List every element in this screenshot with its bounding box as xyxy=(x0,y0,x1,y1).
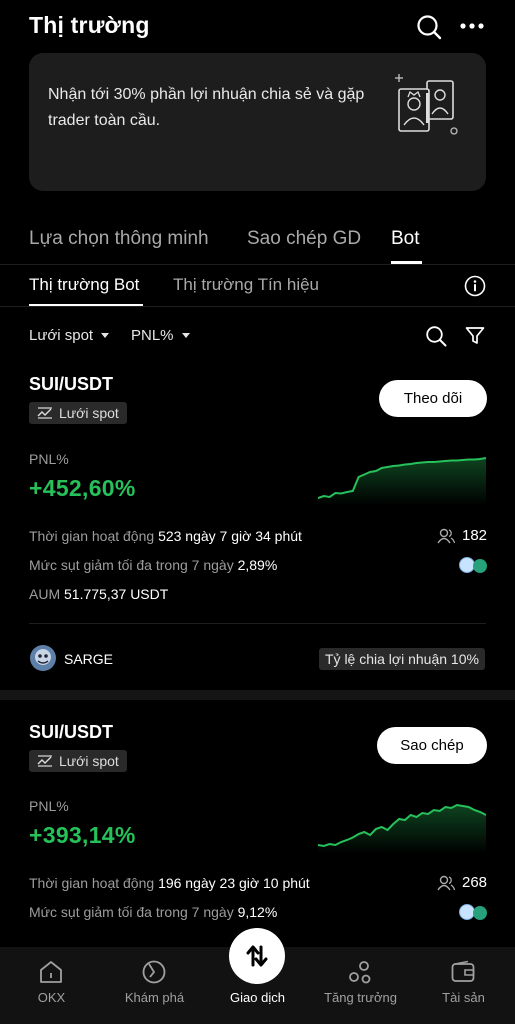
runtime-stat: Thời gian hoạt động 196 ngày 23 giờ 10 p… xyxy=(29,875,310,891)
card-separator xyxy=(0,690,515,700)
trader-cards-icon xyxy=(395,74,458,135)
more-icon[interactable] xyxy=(459,22,485,30)
coin-icons xyxy=(459,904,487,925)
filter-icon[interactable] xyxy=(465,326,485,346)
runtime-label: Thời gian hoạt động xyxy=(29,875,155,891)
creator-name[interactable]: SARGE xyxy=(64,651,113,667)
aum-label: AUM xyxy=(29,586,61,602)
pnl-sparkline xyxy=(318,457,486,506)
profit-share-badge: Tỷ lệ chia lợi nhuận 10% xyxy=(319,648,485,670)
pnl-sparkline xyxy=(318,803,486,854)
aum-stat: AUM 51.775,37 USDT xyxy=(29,586,168,602)
aum-value: 51.775,37 USDT xyxy=(64,586,169,602)
page-title: Thị trường xyxy=(29,12,150,38)
nav-trade-label: Giao dịch xyxy=(230,990,285,1005)
drawdown-value: 9,12% xyxy=(237,904,278,920)
promo-text: Nhận tới 30% phần lợi nhuận chia sẻ và g… xyxy=(48,86,365,129)
growth-icon xyxy=(349,961,371,984)
subtab-signal-market[interactable]: Thị trường Tín hiệu xyxy=(173,275,319,295)
promo-banner[interactable]: Nhận tới 30% phần lợi nhuận chia sẻ và g… xyxy=(29,53,486,191)
followers-count: 268 xyxy=(462,874,488,891)
pnl-label: PNL% xyxy=(29,798,69,814)
follow-button[interactable]: Theo dõi xyxy=(379,380,487,417)
drawdown-stat: Mức sụt giảm tối đa trong 7 ngày 9,12% xyxy=(29,904,277,920)
followers-icon xyxy=(437,875,455,891)
usdt-coin-icon xyxy=(473,906,487,920)
nav-assets[interactable]: Tài sản xyxy=(412,947,515,1024)
strategy-tag: Lưới spot xyxy=(29,750,127,772)
discover-icon xyxy=(142,960,166,984)
home-icon xyxy=(40,961,62,983)
pnl-label: PNL% xyxy=(29,451,69,467)
filter-sort-label: PNL% xyxy=(131,327,174,344)
nav-growth[interactable]: Tăng trưởng xyxy=(309,947,412,1024)
nav-discover[interactable]: Khám phá xyxy=(103,947,206,1024)
coin-icons xyxy=(459,557,487,578)
trade-fab[interactable] xyxy=(229,928,285,984)
grid-chart-icon xyxy=(37,407,52,419)
tabs-divider xyxy=(0,264,515,265)
runtime-stat: Thời gian hoạt động 523 ngày 7 giờ 34 ph… xyxy=(29,528,302,544)
followers-count: 182 xyxy=(462,527,488,544)
tab-smart-pick[interactable]: Lựa chọn thông minh xyxy=(29,228,209,250)
drawdown-stat: Mức sụt giảm tối đa trong 7 ngày 2,89% xyxy=(29,557,277,573)
search-icon[interactable] xyxy=(425,325,447,347)
tab-copy-trading[interactable]: Sao chép GD xyxy=(247,228,361,250)
nav-okx-label: OKX xyxy=(37,990,66,1005)
runtime-value: 196 ngày 23 giờ 10 phút xyxy=(158,875,310,891)
usdt-coin-icon xyxy=(473,559,487,573)
copy-button[interactable]: Sao chép xyxy=(377,727,487,764)
drawdown-label: Mức sụt giảm tối đa trong 7 ngày xyxy=(29,904,234,920)
card-pair[interactable]: SUI/USDT xyxy=(29,374,113,395)
chevron-down-icon xyxy=(181,332,190,338)
strategy-tag-label: Lưới spot xyxy=(59,405,119,421)
subtabs-divider xyxy=(0,306,515,307)
grid-chart-icon xyxy=(37,755,52,767)
card-pair[interactable]: SUI/USDT xyxy=(29,722,113,743)
trade-icon xyxy=(246,945,268,967)
card-divider xyxy=(29,623,486,624)
pnl-value: +452,60% xyxy=(29,475,136,501)
tab-bot[interactable]: Bot xyxy=(391,228,420,250)
sparkline-area xyxy=(318,805,486,854)
wallet-icon xyxy=(451,960,475,982)
runtime-label: Thời gian hoạt động xyxy=(29,528,155,544)
runtime-value: 523 ngày 7 giờ 34 phút xyxy=(158,528,302,544)
nav-discover-label: Khám phá xyxy=(124,990,185,1005)
strategy-tag-label: Lưới spot xyxy=(59,753,119,769)
subtab-bot-market[interactable]: Thị trường Bot xyxy=(29,275,139,295)
nav-growth-label: Tăng trưởng xyxy=(324,990,397,1005)
search-icon[interactable] xyxy=(416,14,442,40)
nav-okx[interactable]: OKX xyxy=(0,947,103,1024)
creator-avatar[interactable] xyxy=(29,644,57,672)
followers-icon xyxy=(437,528,455,544)
filter-strategy-label: Lưới spot xyxy=(29,327,94,344)
drawdown-label: Mức sụt giảm tối đa trong 7 ngày xyxy=(29,557,234,573)
strategy-tag: Lưới spot xyxy=(29,402,127,424)
chevron-down-icon xyxy=(101,332,110,338)
pnl-value: +393,14% xyxy=(29,822,136,848)
filter-sort-dropdown[interactable]: PNL% xyxy=(131,327,190,344)
info-icon[interactable] xyxy=(464,275,486,297)
filter-strategy-dropdown[interactable]: Lưới spot xyxy=(29,327,110,344)
drawdown-value: 2,89% xyxy=(237,557,278,573)
nav-assets-label: Tài sản xyxy=(442,990,485,1005)
